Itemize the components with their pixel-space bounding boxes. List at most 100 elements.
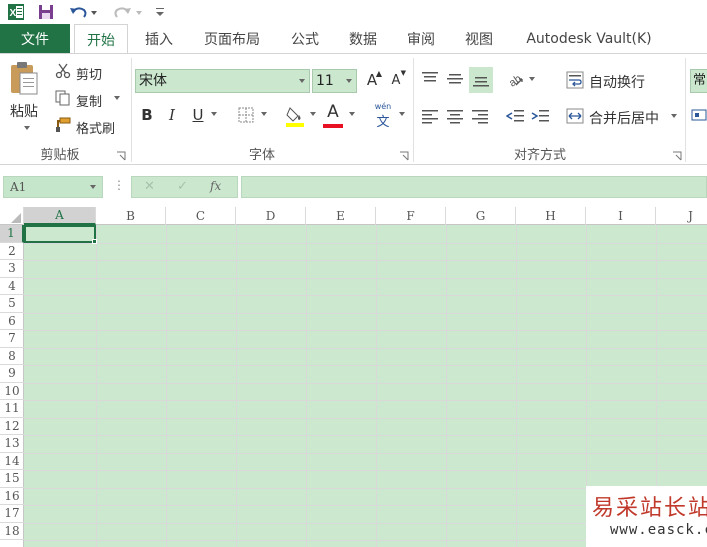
row-header-8[interactable]: 8 [0, 348, 24, 365]
row-headers: 1 2 3 4 5 6 7 8 9 10 11 12 13 14 15 16 1… [0, 225, 24, 547]
row-header-12[interactable]: 12 [0, 418, 24, 435]
row-header-4[interactable]: 4 [0, 278, 24, 295]
shrink-font-icon: A [391, 72, 401, 88]
tab-review[interactable]: 审阅 [396, 24, 446, 53]
wrap-text-button[interactable]: 自动换行 [589, 72, 645, 92]
font-size-select[interactable]: 11 [312, 69, 357, 93]
font-name-select[interactable]: 宋体 [135, 69, 310, 93]
quick-access-toolbar: X [0, 0, 707, 24]
underline-dropdown-icon[interactable] [210, 111, 218, 117]
column-header-h[interactable]: H [516, 207, 586, 225]
shrink-font-button[interactable]: A ▼ [386, 69, 406, 91]
row-header-9[interactable]: 9 [0, 365, 24, 383]
row-header-13[interactable]: 13 [0, 435, 24, 453]
row-header-17[interactable]: 17 [0, 505, 24, 523]
name-box-dropdown-icon[interactable] [90, 185, 96, 189]
column-header-g[interactable]: G [446, 207, 516, 225]
tab-home[interactable]: 开始 [74, 24, 128, 54]
copy-button[interactable]: 复制 [76, 91, 102, 110]
row-header-6[interactable]: 6 [0, 313, 24, 330]
fill-color-dropdown-icon[interactable] [309, 111, 317, 117]
row-header-2[interactable]: 2 [0, 243, 24, 260]
increase-indent-icon[interactable] [529, 105, 551, 127]
column-header-d[interactable]: D [236, 207, 306, 225]
paste-icon[interactable] [6, 60, 42, 96]
grid-line [516, 225, 517, 547]
save-icon[interactable] [36, 2, 56, 22]
bold-button[interactable]: B [137, 104, 157, 126]
decrease-indent-icon[interactable] [504, 105, 526, 127]
tab-data[interactable]: 数据 [338, 24, 388, 53]
insert-function-icon[interactable]: fx [210, 179, 221, 193]
format-painter-button[interactable]: 格式刷 [76, 118, 115, 137]
excel-logo-icon[interactable]: X [6, 2, 26, 22]
top-align-icon[interactable] [419, 68, 441, 90]
font-color-dropdown-icon[interactable] [348, 111, 356, 117]
tab-page-layout[interactable]: 页面布局 [192, 24, 272, 53]
borders-icon[interactable] [236, 105, 256, 125]
align-left-icon[interactable] [419, 105, 441, 127]
orientation-dropdown-icon[interactable] [528, 76, 536, 82]
font-launcher-icon[interactable] [399, 150, 409, 161]
site-watermark: 易采站长站 www.easck.com [586, 486, 707, 547]
row-header-10[interactable]: 10 [0, 383, 24, 400]
name-box[interactable]: A1 [3, 176, 103, 198]
borders-dropdown-icon[interactable] [260, 111, 268, 117]
tab-insert[interactable]: 插入 [134, 24, 184, 53]
row-header-18[interactable]: 18 [0, 523, 24, 540]
formula-bar-grip-icon[interactable]: ⋮ [113, 178, 125, 192]
number-format-select[interactable]: 常 [690, 69, 707, 93]
underline-button[interactable]: U [188, 104, 208, 126]
row-header-1[interactable]: 1 [0, 225, 24, 243]
column-header-i[interactable]: I [586, 207, 656, 225]
enter-icon[interactable]: ✓ [177, 179, 188, 194]
tab-file[interactable]: 文件 [0, 24, 70, 53]
row-header-14[interactable]: 14 [0, 453, 24, 470]
bottom-align-icon[interactable] [469, 67, 493, 93]
column-header-f[interactable]: F [376, 207, 446, 225]
middle-align-icon[interactable] [444, 68, 466, 90]
font-name-dropdown-icon[interactable] [299, 79, 305, 83]
copy-dropdown-icon[interactable] [113, 95, 121, 101]
align-center-icon[interactable] [444, 105, 466, 127]
column-header-c[interactable]: C [166, 207, 236, 225]
select-all-corner[interactable] [0, 207, 24, 225]
clipboard-launcher-icon[interactable] [116, 150, 126, 161]
font-size-dropdown-icon[interactable] [346, 79, 352, 83]
paste-dropdown-icon[interactable] [22, 124, 32, 132]
italic-button[interactable]: I [162, 104, 182, 126]
phonetic-dropdown-icon[interactable] [398, 111, 406, 117]
customize-icon[interactable] [152, 2, 168, 22]
row-header-3[interactable]: 3 [0, 260, 24, 278]
row-header-5[interactable]: 5 [0, 295, 24, 313]
row-header-16[interactable]: 16 [0, 488, 24, 505]
fill-handle[interactable] [92, 239, 97, 244]
number-format-icon[interactable] [691, 106, 707, 124]
fill-color-icon[interactable] [284, 104, 306, 128]
font-color-button[interactable]: A [322, 102, 344, 128]
cut-button[interactable]: 剪切 [76, 64, 102, 83]
active-cell-a1[interactable] [24, 225, 96, 243]
merge-center-button[interactable]: 合并后居中 [589, 108, 659, 128]
column-header-j[interactable]: J [656, 207, 707, 225]
orientation-icon[interactable]: ab [504, 68, 526, 90]
align-right-icon[interactable] [469, 105, 491, 127]
column-header-a[interactable]: A [24, 207, 96, 225]
phonetic-guide-button[interactable]: wén 文 [372, 102, 394, 130]
column-header-b[interactable]: B [96, 207, 166, 225]
font-name-value: 宋体 [139, 73, 167, 89]
row-header-11[interactable]: 11 [0, 400, 24, 418]
tab-view[interactable]: 视图 [454, 24, 504, 53]
tab-autodesk-vault[interactable]: Autodesk Vault(K) [514, 24, 664, 53]
cancel-icon[interactable]: ✕ [144, 179, 155, 194]
tab-formulas[interactable]: 公式 [280, 24, 330, 53]
paste-button[interactable]: 粘贴 [10, 101, 38, 121]
grow-font-button[interactable]: A ▲ [362, 69, 382, 91]
alignment-launcher-icon[interactable] [672, 150, 682, 161]
row-header-15[interactable]: 15 [0, 470, 24, 488]
formula-input[interactable] [241, 176, 707, 198]
merge-center-dropdown-icon[interactable] [670, 113, 678, 119]
row-header-7[interactable]: 7 [0, 330, 24, 348]
undo-icon[interactable] [66, 2, 100, 22]
column-header-e[interactable]: E [306, 207, 376, 225]
